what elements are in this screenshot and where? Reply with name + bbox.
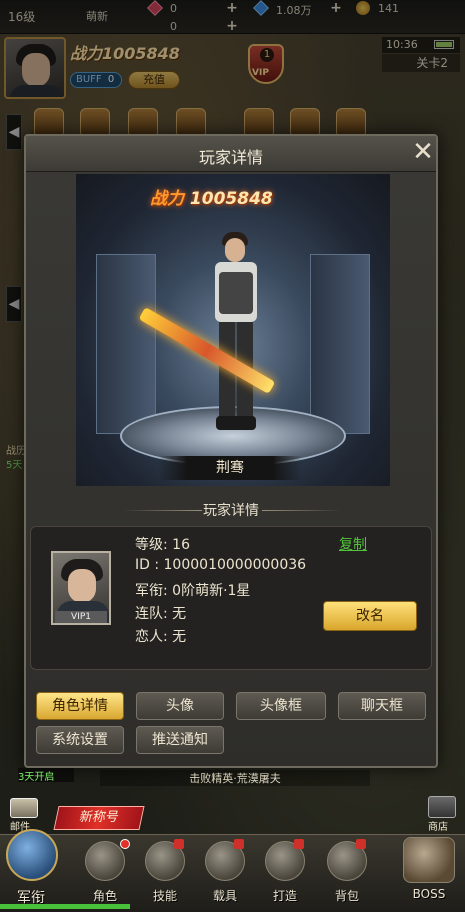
nav-rank[interactable]: 军衔 (2, 829, 60, 909)
lover-row: 恋人: 无 (135, 629, 187, 645)
rank-row: 军衔: 0阶萌新·1星 (135, 583, 251, 599)
divider (262, 510, 342, 511)
notification-dot (120, 839, 130, 849)
mail-button[interactable]: 邮件 (6, 796, 42, 833)
character-showcase (76, 174, 390, 486)
new-title-button[interactable]: 新称号 (53, 806, 145, 830)
lock-icon (174, 839, 184, 849)
shop-icon (428, 796, 456, 818)
progress-strip (0, 904, 130, 909)
lock-icon (234, 839, 244, 849)
tab-avatar[interactable]: 头像 (136, 692, 224, 720)
tab-push-notifications[interactable]: 推送通知 (136, 726, 224, 754)
rename-button[interactable]: 改名 (323, 601, 417, 631)
section-title: 玩家详情 (203, 503, 259, 519)
tab-system-settings[interactable]: 系统设置 (36, 726, 124, 754)
tab-avatar-frame[interactable]: 头像框 (236, 692, 326, 720)
boss-dragon-icon (403, 837, 455, 883)
news-ticker: 击败精英·荒漠屠夫 (100, 770, 370, 786)
character-name: 荆骞 (158, 456, 302, 480)
player-details-dialog: 玩家详情 ✕ 战力 1005848 荆骞 玩家详情 VIP1 等级: 16 ID… (24, 134, 438, 768)
nav-boss[interactable]: BOSS (400, 837, 458, 909)
lock-icon (356, 839, 366, 849)
bottom-nav: 军衔 角色 技能 载具 打造 背包 BOSS (0, 829, 465, 912)
vip-tag: VIP1 (55, 611, 107, 623)
close-button[interactable]: ✕ (410, 139, 436, 166)
tab-chat-frame[interactable]: 聊天框 (338, 692, 426, 720)
tab-character-details[interactable]: 角色详情 (36, 692, 124, 720)
player-portrait: VIP1 (51, 551, 111, 625)
shop-button[interactable]: 商店 (424, 796, 460, 833)
hangar-door (96, 254, 156, 434)
character-icon (85, 841, 125, 881)
open-countdown: 3天开启 (18, 768, 74, 783)
rank-medal-icon (6, 829, 58, 881)
combat-power: 战力 1005848 (150, 189, 273, 209)
dialog-title: 玩家详情 (198, 148, 263, 167)
nav-skill[interactable]: 技能 (136, 837, 194, 909)
hangar-door (310, 254, 370, 434)
player-info-panel: VIP1 等级: 16 ID : 1000010000000036 军衔: 0阶… (30, 526, 432, 670)
dialog-header: 玩家详情 ✕ (26, 136, 436, 172)
copy-id-link[interactable]: 复制 (339, 534, 367, 554)
mail-icon (10, 798, 38, 818)
character-model (202, 232, 272, 432)
nav-forge[interactable]: 打造 (256, 837, 314, 909)
nav-backpack[interactable]: 背包 (318, 837, 376, 909)
level-row: 等级: 16 (135, 537, 190, 553)
nav-vehicle[interactable]: 载具 (196, 837, 254, 909)
lock-icon (294, 839, 304, 849)
nav-character[interactable]: 角色 (76, 837, 134, 909)
id-row: ID : 1000010000000036 (135, 557, 307, 573)
team-row: 连队: 无 (135, 606, 187, 622)
